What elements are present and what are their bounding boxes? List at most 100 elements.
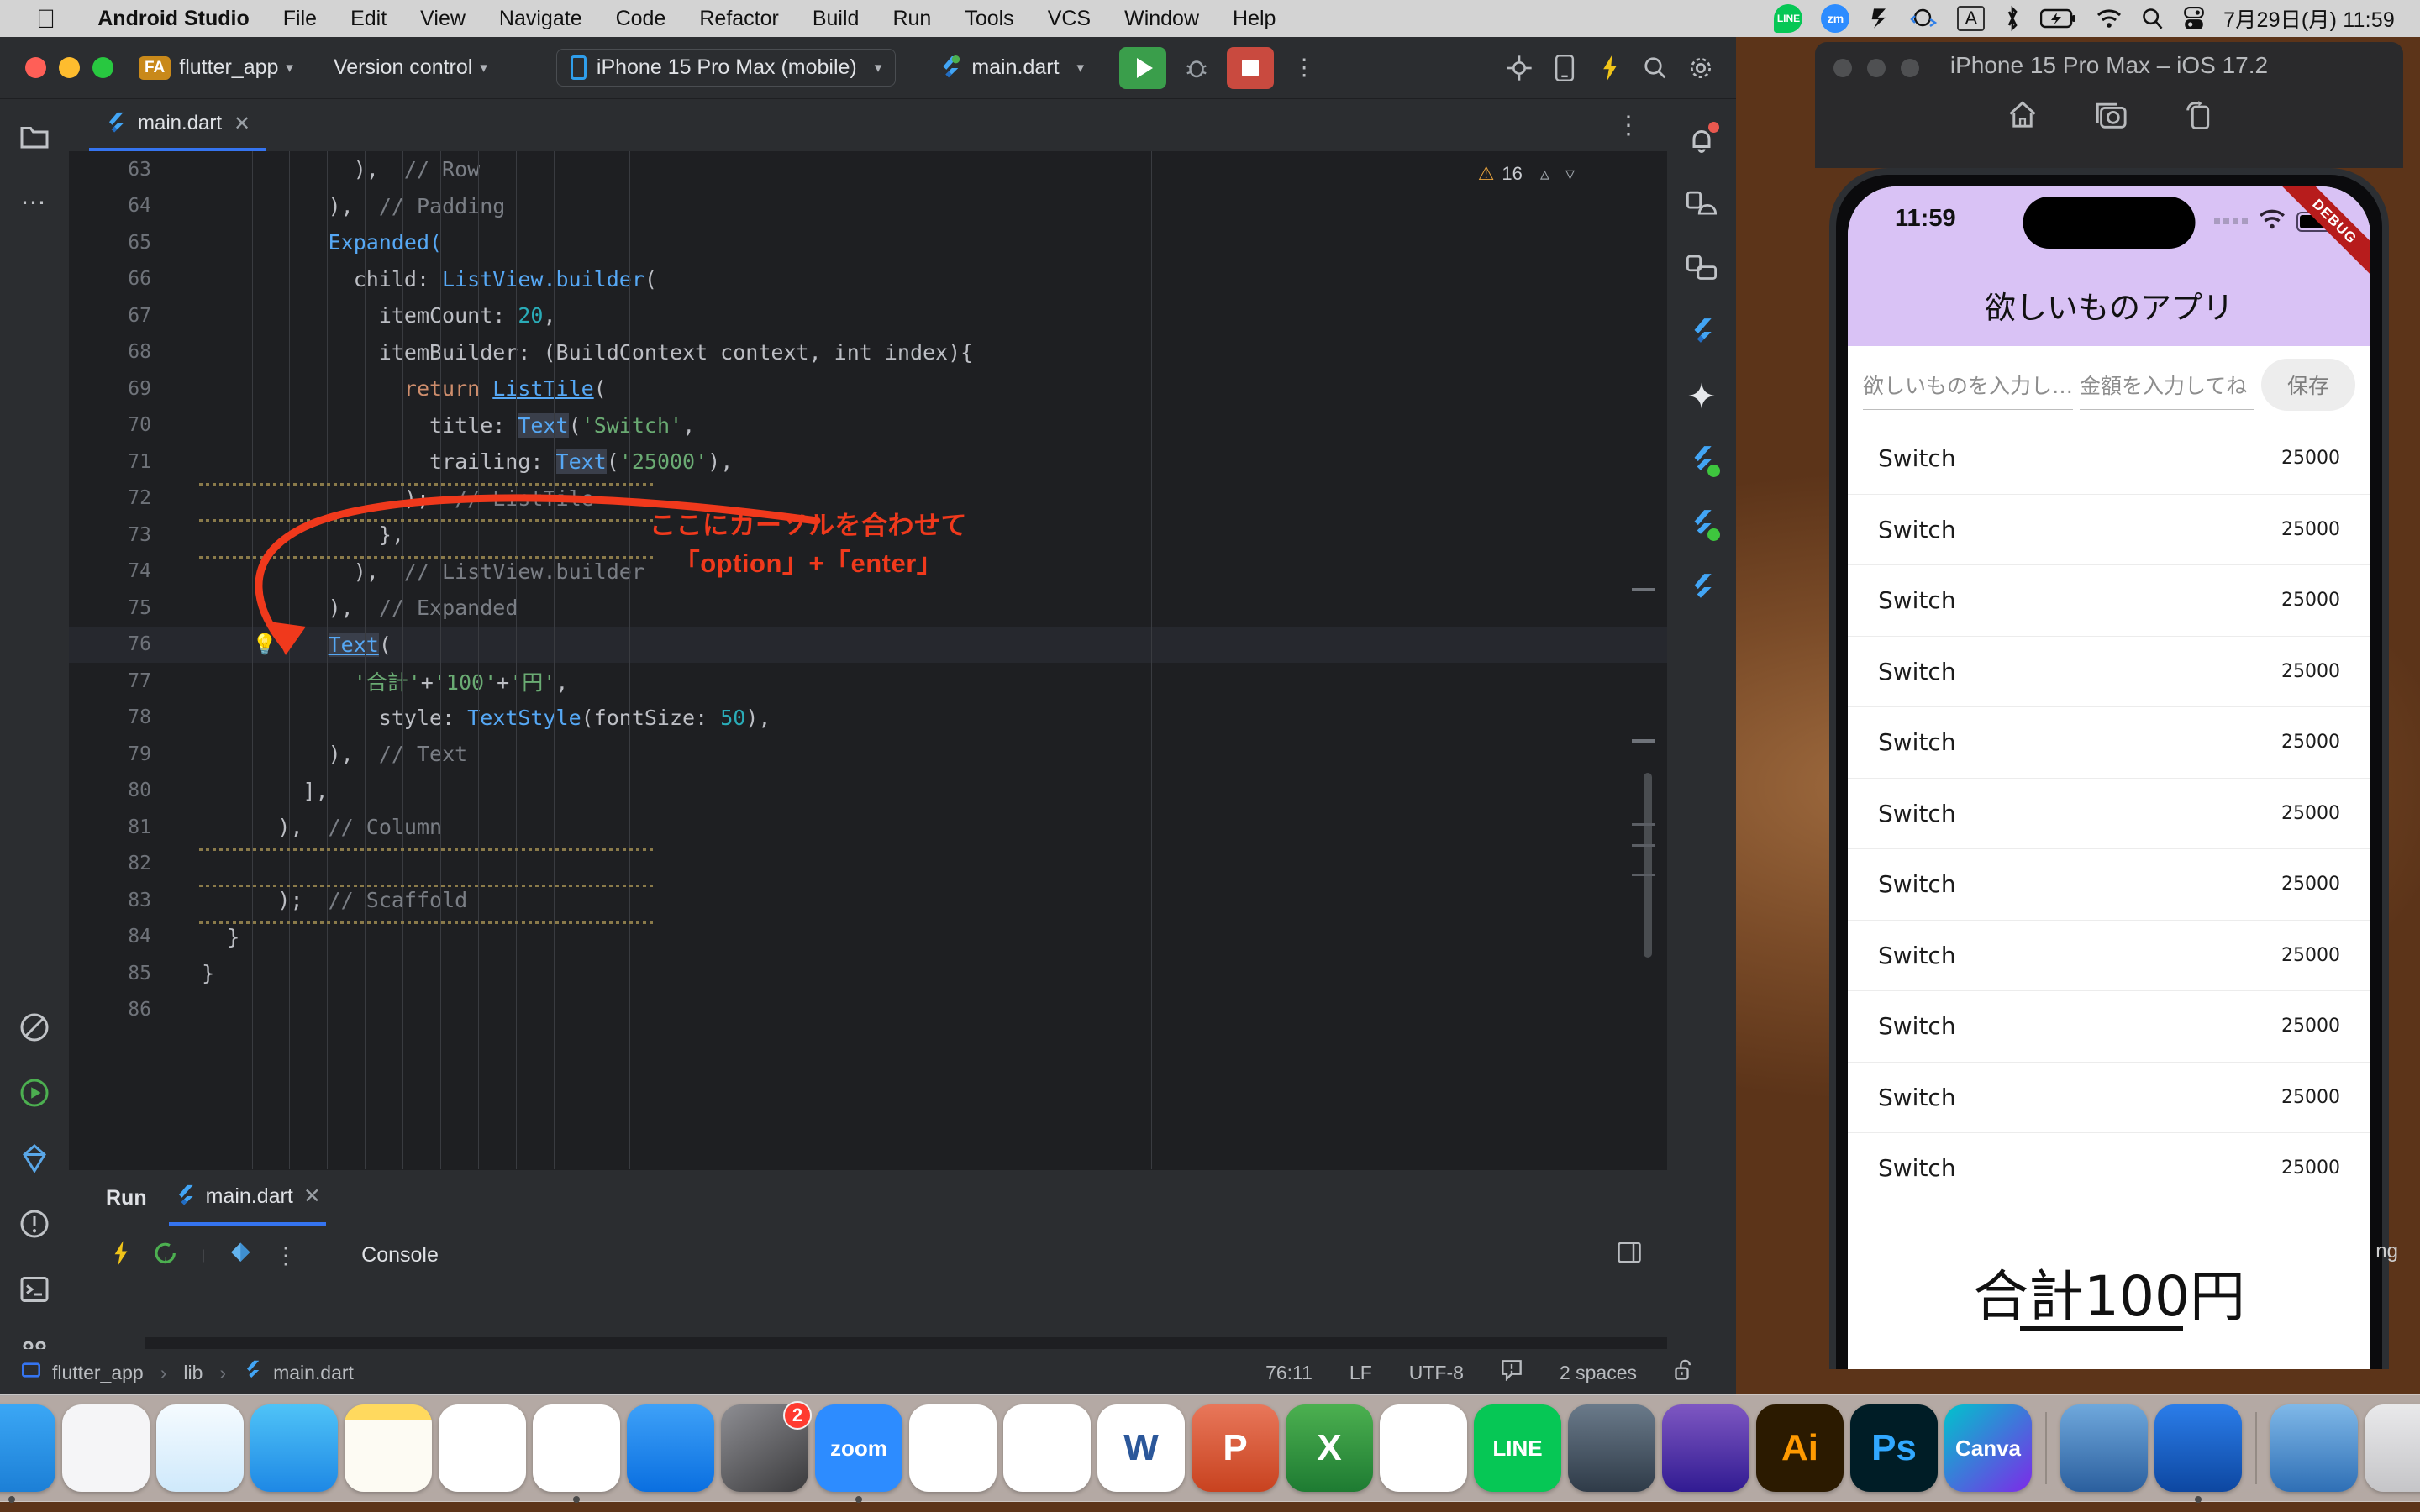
save-button[interactable]: 保存: [2261, 359, 2355, 411]
running-devices-icon[interactable]: [1682, 249, 1721, 287]
menu-item-view[interactable]: View: [403, 7, 482, 31]
dock-item-imovie[interactable]: [1662, 1404, 1749, 1492]
line-separator[interactable]: LF: [1349, 1362, 1372, 1384]
wish-list[interactable]: Switch 25000 Switch 25000 Switch 25000 Switch 2…: [1848, 423, 2370, 1201]
list-item[interactable]: Switch 25000: [1848, 637, 2370, 707]
input-source-icon[interactable]: A: [1957, 6, 1986, 31]
vertical-scrollbar[interactable]: [1644, 773, 1652, 958]
dock-item-trash[interactable]: [2365, 1404, 2420, 1492]
breadcrumb-file[interactable]: main.dart: [273, 1362, 354, 1384]
maximize-window-button[interactable]: [92, 57, 113, 78]
code-line[interactable]: 75), // Expanded: [69, 590, 1667, 627]
code-line[interactable]: 67 itemCount: 20,: [69, 297, 1667, 334]
dock-item-line[interactable]: LINE: [1474, 1404, 1561, 1492]
dock-item-figma[interactable]: [1380, 1404, 1467, 1492]
dock-item-vscode[interactable]: [1003, 1404, 1091, 1492]
dock-item-canva[interactable]: Canva: [1944, 1404, 2032, 1492]
dock-item-excel[interactable]: X: [1286, 1404, 1373, 1492]
hot-reload-icon[interactable]: [1590, 48, 1630, 88]
terminal-icon[interactable]: [15, 1270, 54, 1309]
code-line[interactable]: 68 itemBuilder: (BuildContext context, in…: [69, 334, 1667, 371]
list-item[interactable]: Switch 25000: [1848, 779, 2370, 849]
code-line[interactable]: 63), // Row: [69, 151, 1667, 188]
code-line[interactable]: 76 💡 Text(: [69, 626, 1667, 663]
code-line[interactable]: 82: [69, 846, 1667, 883]
run-icon[interactable]: [15, 1074, 54, 1112]
project-selector[interactable]: FA flutter_app ▾: [139, 55, 293, 80]
code-editor[interactable]: ⚠ 16 ▵ ▿ 63), // Row 64), // Padding 65 Exp…: [69, 151, 1667, 1169]
code-line[interactable]: 65 Expanded(: [69, 224, 1667, 261]
menu-item-vcs[interactable]: VCS: [1031, 7, 1107, 31]
more-tool-windows-icon[interactable]: ⋯: [15, 183, 54, 222]
code-line[interactable]: 81), // Column: [69, 809, 1667, 846]
stop-button[interactable]: [1227, 46, 1275, 89]
flutter-performance-icon[interactable]: [15, 1139, 54, 1178]
rotate-icon[interactable]: [2183, 99, 2212, 135]
dock-item-finder[interactable]: [0, 1404, 55, 1503]
code-line[interactable]: 80],: [69, 773, 1667, 810]
menu-item-tools[interactable]: Tools: [948, 7, 1030, 31]
hot-restart-icon[interactable]: [153, 1241, 180, 1270]
hot-reload-icon[interactable]: [111, 1240, 131, 1271]
cloud-sync-icon[interactable]: [1910, 6, 1939, 31]
close-window-button[interactable]: [25, 57, 46, 78]
profiler-icon[interactable]: [1499, 48, 1539, 88]
list-item[interactable]: Switch 25000: [1848, 991, 2370, 1063]
gemini-icon[interactable]: [1682, 376, 1721, 415]
inspection-widget-icon[interactable]: [1501, 1359, 1523, 1386]
menu-item-navigate[interactable]: Navigate: [482, 7, 599, 31]
flutter-devtools-icon[interactable]: [1682, 504, 1721, 543]
editor-tab-main-dart[interactable]: main.dart ✕: [89, 99, 266, 151]
menu-item-android-studio[interactable]: Android Studio: [81, 7, 266, 31]
editor-options-icon[interactable]: ⋮: [1616, 111, 1667, 140]
code-line[interactable]: 69 return ListTile(: [69, 370, 1667, 407]
dock-item-launchpad[interactable]: [62, 1404, 150, 1492]
menu-item-run[interactable]: Run: [876, 7, 948, 31]
dock-item-mail[interactable]: [250, 1404, 338, 1492]
menu-item-file[interactable]: File: [266, 7, 334, 31]
dock-item-illustrator[interactable]: Ai: [1756, 1404, 1844, 1492]
dock-item-word[interactable]: W: [1097, 1404, 1185, 1492]
indent-setting[interactable]: 2 spaces: [1560, 1362, 1637, 1384]
flutter-outline-icon[interactable]: [1682, 568, 1721, 606]
problems-icon[interactable]: [15, 1205, 54, 1243]
code-line[interactable]: 70 title: Text('Switch',: [69, 407, 1667, 444]
spotlight-search-icon[interactable]: [2141, 7, 2165, 30]
item-price-input[interactable]: 金額を入力してね: [2080, 360, 2254, 410]
bluetooth-icon[interactable]: [2003, 5, 2022, 32]
file-encoding[interactable]: UTF-8: [1409, 1362, 1464, 1384]
close-run-tab-icon[interactable]: ✕: [303, 1184, 321, 1209]
window-controls[interactable]: [25, 57, 113, 78]
code-line[interactable]: 79), // Text: [69, 736, 1667, 773]
code-line[interactable]: 66 child: ListView.builder(: [69, 261, 1667, 298]
list-item[interactable]: Switch 25000: [1848, 921, 2370, 991]
menu-item-build[interactable]: Build: [796, 7, 876, 31]
list-item[interactable]: Switch 25000: [1848, 1133, 2370, 1201]
flutter-inspector-icon[interactable]: [1682, 312, 1721, 351]
dock-item-app-store[interactable]: [627, 1404, 714, 1492]
device-file-explorer-icon[interactable]: [1682, 185, 1721, 223]
code-line[interactable]: 78 style: TextStyle(fontSize: 50),: [69, 700, 1667, 737]
menu-item-code[interactable]: Code: [599, 7, 683, 31]
code-line[interactable]: 86: [69, 992, 1667, 1029]
battery-charging-icon[interactable]: [2040, 8, 2077, 29]
code-line[interactable]: 85}: [69, 955, 1667, 992]
dock-item-keynote[interactable]: [1568, 1404, 1655, 1492]
screenshot-icon[interactable]: [2094, 99, 2128, 135]
minimize-window-button[interactable]: [59, 57, 80, 78]
dock-item-powerpoint[interactable]: P: [1192, 1404, 1279, 1492]
dock-item-stocks[interactable]: [439, 1404, 526, 1492]
code-line[interactable]: 64), // Padding: [69, 188, 1667, 225]
device-manager-icon[interactable]: [1544, 48, 1585, 88]
zoom-icon[interactable]: zm: [1821, 4, 1850, 33]
code-line[interactable]: 83); // Scaffold: [69, 882, 1667, 919]
menu-item-edit[interactable]: Edit: [334, 7, 403, 31]
menu-item-refactor[interactable]: Refactor: [682, 7, 795, 31]
home-icon[interactable]: [2007, 99, 2039, 135]
dart-icon[interactable]: [227, 1241, 252, 1270]
list-item[interactable]: Switch 25000: [1848, 1063, 2370, 1133]
code-line[interactable]: 77 '合計'+'100'+'円',: [69, 663, 1667, 700]
dock-item-slack[interactable]: [909, 1404, 997, 1492]
debug-icon[interactable]: [1176, 48, 1217, 88]
version-control-selector[interactable]: Version control ▾: [334, 55, 487, 80]
